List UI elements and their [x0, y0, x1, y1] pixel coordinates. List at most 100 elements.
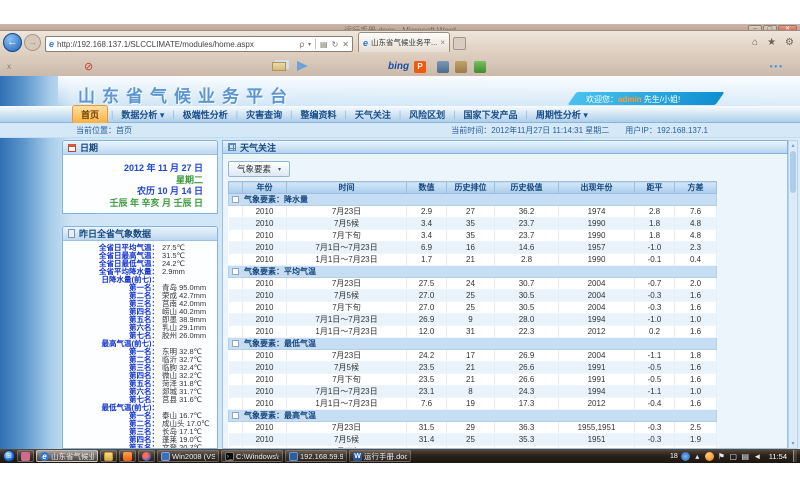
table-cell: -0.1 — [635, 254, 675, 266]
scroll-down-icon[interactable]: ▾ — [789, 440, 797, 447]
table-cell: 7月5候 — [287, 290, 407, 302]
taskbar-button-cmd[interactable]: C:\Windows\s... — [221, 450, 283, 462]
ie-icon — [40, 452, 49, 461]
scrollbar-thumb[interactable] — [790, 151, 796, 193]
table-cell: 2010 — [243, 242, 287, 254]
table-cell: -0.5 — [635, 362, 675, 374]
thunder-icon[interactable] — [705, 452, 714, 461]
table-cell: 35 — [447, 230, 495, 242]
taskbar-button-label: 192.168.59.99... — [300, 452, 343, 461]
row-select-cell — [229, 422, 243, 434]
table-cell: 1994 — [559, 314, 635, 326]
taskbar-button-ie[interactable]: 山东省气候业... — [36, 450, 98, 462]
show-desktop-button[interactable] — [793, 450, 797, 462]
table-cell: 1.6 — [675, 326, 717, 338]
table-row: 20107月5候31.42535.31951-0.31.9 — [229, 434, 717, 446]
volume-icon[interactable] — [753, 452, 762, 461]
new-tab-button[interactable] — [453, 37, 466, 50]
bing-badge-icon[interactable]: P — [414, 61, 426, 73]
blocked-icon[interactable]: ⊘ — [84, 60, 93, 73]
translate-extension-icon[interactable] — [474, 61, 486, 73]
nav-item-6[interactable]: 风险区划 — [401, 106, 453, 123]
toolbar-close-icon[interactable]: x — [7, 62, 11, 71]
start-button[interactable]: ⊞ — [3, 450, 15, 462]
element-dropdown-label: 气象要素 — [237, 163, 271, 175]
globe-icon[interactable] — [681, 452, 690, 461]
nav-item-4[interactable]: 整编资料 — [292, 106, 344, 123]
forward-button[interactable]: → — [24, 34, 41, 51]
taskbar-clock[interactable]: 11:54 — [769, 452, 787, 461]
more-icon[interactable]: ••• — [770, 62, 784, 71]
table-cell: 2010 — [243, 362, 287, 374]
table-cell: 1.6 — [675, 290, 717, 302]
welcome-suffix: 先生/小姐! — [642, 95, 681, 104]
element-dropdown-button[interactable]: 气象要素 ▾ — [228, 161, 290, 177]
favorites-star-icon[interactable]: ★ — [767, 37, 776, 48]
table-cell: 1957 — [559, 242, 635, 254]
taskbar: ⊞ 山东省气候业... Win2008 (VS2...C:\Windows\s..… — [0, 449, 800, 463]
media-app-icon — [142, 452, 151, 461]
table-cell: 7月5候 — [287, 218, 407, 230]
table-cell: 21 — [447, 362, 495, 374]
stop-icon[interactable]: ✕ — [342, 40, 349, 49]
table-row: 20107月下旬23.52126.61991-0.51.6 — [229, 374, 717, 386]
group-checkbox[interactable] — [232, 340, 239, 347]
remote-icon — [289, 452, 298, 461]
capture-extension-icon[interactable] — [437, 61, 449, 73]
bing-logo[interactable]: bing — [388, 61, 409, 72]
table-cell: 14.6 — [495, 242, 559, 254]
table-group-label: 气象要素：降水量 — [244, 195, 308, 204]
home-icon[interactable]: ⌂ — [752, 37, 758, 48]
group-checkbox[interactable] — [232, 196, 239, 203]
caret-up-icon[interactable] — [693, 452, 702, 461]
taskbar-button-orange-app[interactable] — [119, 450, 136, 462]
table-cell: 2012 — [559, 398, 635, 410]
table-group-cell: 气象要素：降水量 — [229, 194, 717, 206]
nav-item-7[interactable]: 国家下发产品 — [456, 106, 526, 123]
tray-text: 18 — [670, 453, 678, 460]
cards-icon[interactable] — [272, 62, 286, 71]
address-url[interactable]: http://192.168.137.1/SLCCLIMATE/modules/… — [57, 40, 296, 49]
user-ip: 用户IP：192.168.137.1 — [625, 125, 708, 136]
nav-item-8[interactable]: 周期性分析 ▾ — [528, 106, 596, 123]
page-scrollbar[interactable]: ▴ ▾ — [788, 140, 798, 449]
nav-item-3[interactable]: 灾害查询 — [238, 106, 290, 123]
flag-icon[interactable] — [717, 452, 726, 461]
group-checkbox[interactable] — [232, 268, 239, 275]
address-bar[interactable]: e http://192.168.137.1/SLCCLIMATE/module… — [45, 36, 353, 52]
scroll-up-icon[interactable]: ▴ — [789, 142, 797, 149]
search-icon[interactable]: ρ — [299, 40, 304, 49]
taskbar-button-word[interactable]: 运行手册.docx ... — [349, 450, 411, 462]
taskbar-button-folder[interactable] — [100, 450, 117, 462]
table-cell: 2010 — [243, 422, 287, 434]
taskbar-button-remote[interactable]: 192.168.59.99... — [285, 450, 347, 462]
nav-item-2[interactable]: 极端性分析 — [175, 106, 236, 123]
settings-gear-icon[interactable]: ⚙ — [785, 37, 794, 48]
search-caret-icon[interactable]: ▾ — [308, 41, 311, 48]
taskbar-button-pin-app[interactable] — [17, 450, 34, 462]
display-icon[interactable] — [729, 452, 738, 461]
compatibility-icon[interactable]: ▤ — [320, 40, 328, 49]
taskbar-button-vm[interactable]: Win2008 (VS2... — [157, 450, 219, 462]
table-cell: 31.4 — [407, 434, 447, 446]
breadcrumb: 当前位置：首页 — [76, 125, 132, 136]
nav-item-0[interactable]: 首页 — [72, 105, 108, 124]
table-cell: 26.9 — [495, 350, 559, 362]
refresh-icon[interactable]: ↻ — [332, 40, 339, 49]
table-header-7: 方差 — [675, 182, 717, 194]
tab-close-icon[interactable]: × — [440, 38, 445, 47]
row-select-cell — [229, 278, 243, 290]
nav-item-5[interactable]: 天气关注 — [347, 106, 399, 123]
taskbar-button-media-app[interactable] — [138, 450, 155, 462]
group-checkbox[interactable] — [232, 412, 239, 419]
weather-elements-table: 年份时间数值历史排位历史极值出现年份距平方差 气象要素：降水量20107月23日… — [228, 181, 717, 449]
calendar-lunar-date: 农历 10 月 14 日 — [63, 186, 203, 198]
browser-tab[interactable]: e 山东省气候业务平... × — [358, 32, 450, 52]
send-icon[interactable] — [297, 61, 308, 71]
table-cell: 3.4 — [407, 230, 447, 242]
back-button[interactable]: ← — [3, 33, 22, 52]
effects-extension-icon[interactable] — [455, 61, 467, 73]
nav-item-1[interactable]: 数据分析 ▾ — [113, 106, 172, 123]
network-icon[interactable] — [741, 452, 750, 461]
table-cell: 1.9 — [675, 434, 717, 446]
